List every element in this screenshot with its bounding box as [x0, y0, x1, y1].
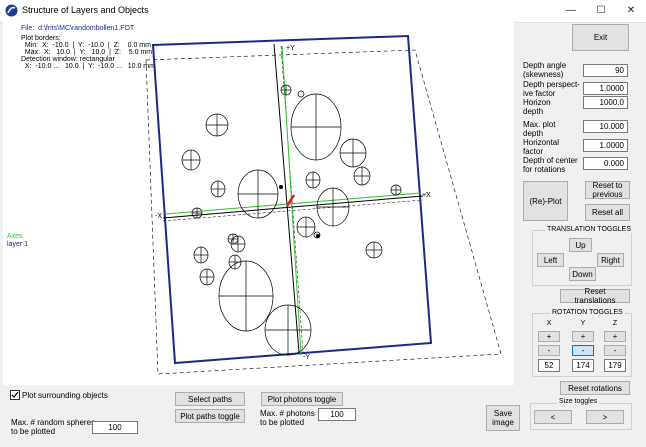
rotation-x-input[interactable]: 52: [538, 359, 560, 372]
size-toggles-title: Size toggles: [557, 398, 600, 405]
rotation-y-label: Y: [580, 320, 586, 327]
max-spheres-label: Max. # random spheres to be plotted: [11, 418, 96, 436]
size-decrease-button[interactable]: <: [534, 410, 572, 424]
axis-label-minus-x: -X: [155, 213, 162, 220]
horizon-depth-input[interactable]: 1000.0: [583, 96, 628, 109]
rotation-y-input[interactable]: 174: [572, 359, 594, 372]
horizontal-factor-label: Horizontal factor: [523, 138, 560, 156]
rotation-z-input[interactable]: 179: [604, 359, 626, 372]
select-paths-button[interactable]: Select paths: [175, 392, 245, 406]
save-image-button[interactable]: Save image: [486, 405, 520, 431]
center-depth-label: Depth of center for rotations: [523, 156, 578, 174]
rotate-z-minus-button[interactable]: -: [604, 345, 626, 356]
axis-label-plus-x: +X: [422, 192, 431, 199]
translate-up-button[interactable]: Up: [569, 238, 592, 252]
rotation-toggles-title: ROTATION TOGGLES: [550, 309, 625, 316]
translate-left-button[interactable]: Left: [537, 253, 564, 267]
replot-button[interactable]: (Re)-Plot: [523, 181, 568, 221]
max-photons-label: Max. # photons to be plotted: [260, 409, 315, 427]
depth-perspective-label: Depth perspect- ive factor: [523, 80, 580, 98]
rotate-z-plus-button[interactable]: +: [604, 331, 626, 342]
app-icon: [5, 4, 18, 17]
max-spheres-input[interactable]: 100: [92, 421, 138, 434]
center-depth-input[interactable]: 0.000: [583, 157, 628, 170]
axis-label-plus-y: +Y: [286, 45, 295, 52]
reset-to-previous-button[interactable]: Reset to previous: [585, 181, 630, 199]
depth-perspective-input[interactable]: 1.0000: [583, 82, 628, 95]
rotation-z-label: Z: [612, 320, 618, 327]
title-bar: Structure of Layers and Objects — ☐ ✕: [0, 0, 646, 23]
rotation-x-label: X: [546, 320, 552, 327]
plot-photons-toggle-button[interactable]: Plot photons toggle: [261, 392, 343, 406]
depth-angle-input[interactable]: 90: [583, 64, 628, 77]
depth-angle-label: Depth angle (skewness): [523, 61, 567, 79]
horizon-depth-label: Horizon depth: [523, 98, 551, 116]
checkmark-icon: [11, 391, 19, 398]
layer-plot: +Y -Y +X -X: [145, 34, 502, 375]
plot-surrounding-checkbox[interactable]: [10, 390, 20, 400]
rotate-y-minus-button[interactable]: -: [572, 345, 594, 356]
translation-toggles-title: TRANSLATION TOGGLES: [545, 226, 634, 233]
max-photons-input[interactable]: 100: [318, 408, 356, 421]
max-plot-depth-input[interactable]: 10.000: [583, 120, 628, 133]
plot-canvas[interactable]: +Y -Y +X -X File: d:\frits\MC\randomboll…: [3, 22, 514, 385]
file-path: d:\frits\MC\randombollen1.FOT: [38, 25, 135, 32]
file-label-row: File: d:\frits\MC\randombollen1.FOT: [21, 25, 135, 32]
exit-button[interactable]: Exit: [572, 24, 629, 51]
translate-right-button[interactable]: Right: [597, 253, 624, 267]
reset-rotations-button[interactable]: Reset rotations: [560, 381, 630, 395]
rotate-x-plus-button[interactable]: +: [538, 331, 560, 342]
maximize-button[interactable]: ☐: [586, 0, 616, 22]
rotate-x-minus-button[interactable]: -: [538, 345, 560, 356]
detection-window-range: X: -10.0 ... 10.0 | Y: -10.0 ... 10.0 mm: [21, 63, 155, 70]
minimize-button[interactable]: —: [556, 0, 586, 22]
size-increase-button[interactable]: >: [586, 410, 624, 424]
translate-down-button[interactable]: Down: [569, 267, 596, 281]
legend-axes: Axes: [7, 233, 23, 240]
plot-paths-toggle-button[interactable]: Plot paths toggle: [175, 409, 245, 423]
axis-label-minus-y: -Y: [303, 354, 310, 361]
plot-surrounding-label: Plot surrounding objects: [22, 391, 108, 400]
legend-layer: layer 1: [7, 241, 29, 248]
reset-all-button[interactable]: Reset all: [585, 204, 630, 221]
rotate-y-plus-button[interactable]: +: [572, 331, 594, 342]
horizontal-factor-input[interactable]: 1.0000: [583, 139, 628, 152]
close-button[interactable]: ✕: [616, 0, 646, 22]
reset-translations-button[interactable]: Reset translations: [560, 287, 630, 305]
window-title: Structure of Layers and Objects: [22, 5, 149, 15]
max-plot-depth-label: Max. plot depth: [523, 120, 556, 138]
